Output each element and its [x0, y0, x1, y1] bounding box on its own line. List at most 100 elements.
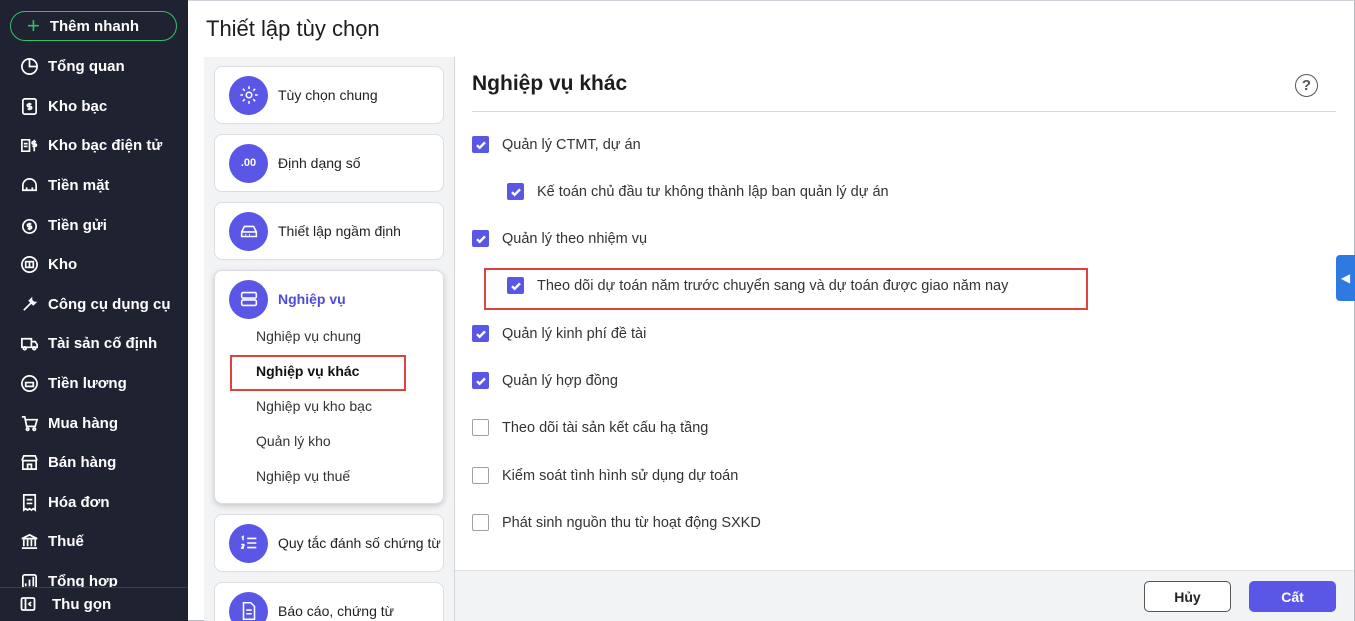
- server-icon: [229, 279, 268, 319]
- menu-item-defaults[interactable]: Thiết lập ngầm định: [214, 202, 444, 260]
- truck-icon: [19, 334, 39, 354]
- menu-item-label: Báo cáo, chứng từ: [278, 603, 395, 619]
- submenu-general-business[interactable]: Nghiệp vụ chung: [215, 319, 443, 354]
- sidebar-item-label: Tài sản cố định: [48, 335, 158, 353]
- e-treasury-icon: [19, 136, 39, 156]
- settings-content: Nghiệp vụ khác ? Quản lý CTMT, dự án Kế …: [455, 57, 1354, 570]
- collapse-button[interactable]: Thu gọn: [0, 587, 188, 621]
- sidebar-item-label: Tiền mặt: [48, 177, 110, 195]
- document-icon: [229, 591, 268, 621]
- settings-menu: Tùy chọn chung .00 Định dạng số Thiết lậ…: [204, 57, 454, 621]
- sidebar-item-label: Hóa đơn: [48, 493, 110, 511]
- checkbox-checked[interactable]: [507, 183, 524, 200]
- option-highlight: [484, 268, 1088, 310]
- menu-item-general[interactable]: Tùy chọn chung: [214, 66, 444, 124]
- checkbox-unchecked[interactable]: [472, 419, 489, 436]
- sidebar-item-tax[interactable]: Thuế: [0, 522, 188, 562]
- side-panel-toggle[interactable]: ◀: [1336, 255, 1355, 301]
- quick-add-label: Thêm nhanh: [49, 17, 140, 35]
- sidebar-item-label: Bán hàng: [48, 454, 117, 472]
- store-icon: [19, 453, 39, 473]
- sidebar-item-salary[interactable]: Tiền lương: [0, 364, 188, 404]
- salary-icon: [19, 374, 39, 394]
- option-label: Theo dõi tài sản kết cấu hạ tầng: [502, 419, 709, 436]
- submenu-warehouse-management[interactable]: Quản lý kho: [215, 424, 443, 459]
- option-research-funding[interactable]: Quản lý kinh phí đề tài: [472, 325, 646, 342]
- sidebar-item-label: Kho bạc: [48, 97, 108, 115]
- cart-icon: [19, 413, 39, 433]
- sidebar-item-label: Tổng quan: [48, 58, 125, 76]
- footer-bar: Hủy Cất: [455, 570, 1354, 621]
- collapse-label: Thu gọn: [52, 596, 112, 613]
- checkbox-checked[interactable]: [472, 230, 489, 247]
- option-label: Quản lý CTMT, dự án: [502, 136, 641, 153]
- sidebar-item-label: Công cụ dụng cụ: [48, 295, 171, 313]
- checkbox-unchecked[interactable]: [472, 514, 489, 531]
- option-investor-accounting[interactable]: Kế toán chủ đầu tư không thành lập ban q…: [507, 183, 889, 200]
- option-label: Quản lý kinh phí đề tài: [502, 325, 647, 342]
- sidebar-item-fixed-assets[interactable]: Tài sản cố định: [0, 324, 188, 364]
- number-format-icon: .00: [229, 143, 268, 183]
- sidebar-item-invoice[interactable]: Hóa đơn: [0, 483, 188, 523]
- sidebar-item-e-treasury[interactable]: Kho bạc điện tử: [0, 126, 188, 166]
- sidebar-item-label: Kho: [48, 256, 78, 274]
- checkbox-checked[interactable]: [472, 136, 489, 153]
- sidebar-item-label: Mua hàng: [48, 414, 118, 432]
- save-button[interactable]: Cất: [1249, 581, 1336, 612]
- section-title: Nghiệp vụ khác: [472, 72, 628, 95]
- pie-chart-icon: [19, 57, 39, 77]
- submenu-tax-business[interactable]: Nghiệp vụ thuế: [215, 459, 443, 494]
- sidebar-item-cash[interactable]: Tiền mặt: [0, 166, 188, 206]
- selection-highlight: [230, 355, 406, 391]
- submenu-treasury-business[interactable]: Nghiệp vụ kho bạc: [215, 389, 443, 424]
- main-area: Thiết lập tùy chọn Tùy chọn chung .00 Đị…: [188, 0, 1355, 621]
- option-task-management[interactable]: Quản lý theo nhiệm vụ: [472, 230, 647, 247]
- sidebar-item-label: Kho bạc điện tử: [48, 137, 163, 155]
- collapse-icon: [20, 596, 38, 614]
- tools-icon: [19, 294, 39, 314]
- menu-item-business[interactable]: Nghiệp vụ Nghiệp vụ chung Nghiệp vụ khác…: [214, 270, 444, 504]
- sidebar-item-sales[interactable]: Bán hàng: [0, 443, 188, 483]
- option-label: Kế toán chủ đầu tư không thành lập ban q…: [537, 183, 889, 200]
- option-ctmt-project[interactable]: Quản lý CTMT, dự án: [472, 136, 641, 153]
- sidebar-item-warehouse[interactable]: Kho: [0, 245, 188, 285]
- dollar-icon: [19, 96, 39, 116]
- sidebar: + Thêm nhanh Tổng quan Kho bạc Kho bạc đ…: [0, 0, 188, 621]
- menu-item-numbering[interactable]: Quy tắc đánh số chứng từ: [214, 514, 444, 572]
- cancel-button[interactable]: Hủy: [1144, 581, 1231, 612]
- sidebar-item-deposit[interactable]: Tiền gửi: [0, 205, 188, 245]
- menu-item-number-format[interactable]: .00 Định dạng số: [214, 134, 444, 192]
- option-label: Phát sinh nguồn thu từ hoạt động SXKD: [502, 514, 761, 531]
- invoice-icon: [19, 492, 39, 512]
- number-format-icon-text: .00: [240, 157, 257, 169]
- sidebar-item-tools[interactable]: Công cụ dụng cụ: [0, 285, 188, 325]
- numbered-list-icon: [229, 523, 268, 563]
- checkbox-checked[interactable]: [472, 372, 489, 389]
- bank-icon: [19, 532, 39, 552]
- sidebar-nav: Tổng quan Kho bạc Kho bạc điện tử Tiền m…: [0, 47, 188, 601]
- chevron-left-icon: ◀: [1340, 271, 1351, 285]
- option-label: Quản lý hợp đồng: [502, 372, 618, 389]
- checkbox-unchecked[interactable]: [472, 467, 489, 484]
- deposit-icon: [19, 215, 39, 235]
- cash-icon: [19, 176, 39, 196]
- option-label: Quản lý theo nhiệm vụ: [502, 230, 648, 247]
- sidebar-item-label: Tiền gửi: [48, 216, 107, 234]
- option-sxkd-revenue[interactable]: Phát sinh nguồn thu từ hoạt động SXKD: [472, 514, 761, 531]
- plus-icon: +: [27, 13, 40, 38]
- sidebar-item-overview[interactable]: Tổng quan: [0, 47, 188, 87]
- option-contract-management[interactable]: Quản lý hợp đồng: [472, 372, 618, 389]
- page-title: Thiết lập tùy chọn: [206, 16, 380, 41]
- quick-add-button[interactable]: + Thêm nhanh: [10, 11, 177, 41]
- sidebar-item-label: Thuế: [48, 533, 84, 551]
- menu-item-label: Nghiệp vụ: [278, 291, 346, 307]
- sidebar-item-treasury[interactable]: Kho bạc: [0, 87, 188, 127]
- menu-item-reports[interactable]: Báo cáo, chứng từ: [214, 582, 444, 621]
- checkbox-checked[interactable]: [472, 325, 489, 342]
- option-budget-control[interactable]: Kiểm soát tình hình sử dụng dự toán: [472, 467, 738, 484]
- menu-item-label: Tùy chọn chung: [278, 87, 378, 103]
- menu-item-label: Quy tắc đánh số chứng từ: [278, 535, 441, 551]
- option-infrastructure-assets[interactable]: Theo dõi tài sản kết cấu hạ tầng: [472, 419, 708, 436]
- help-icon[interactable]: ?: [1295, 74, 1318, 97]
- sidebar-item-purchase[interactable]: Mua hàng: [0, 403, 188, 443]
